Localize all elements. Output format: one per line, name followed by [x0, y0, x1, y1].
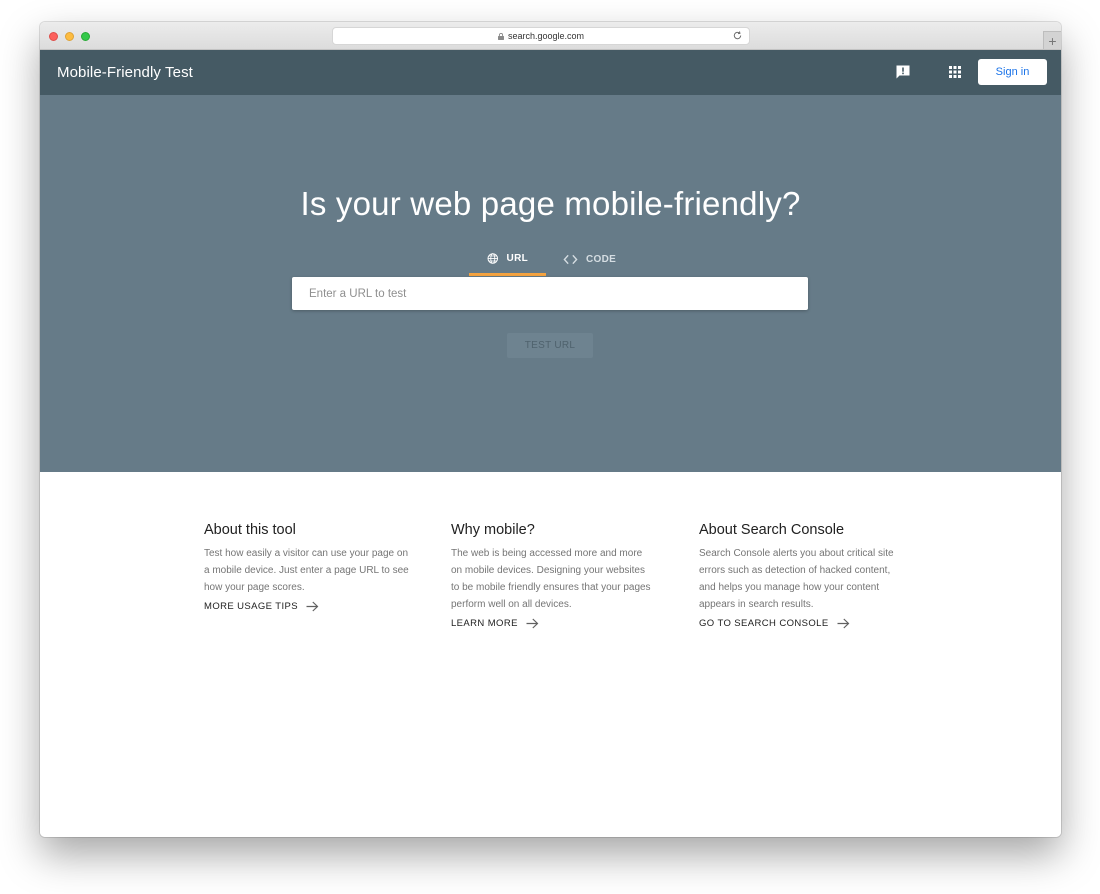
globe-icon — [487, 252, 499, 264]
tab-code[interactable]: CODE — [546, 247, 634, 276]
hero-title: Is your web page mobile-friendly? — [300, 185, 801, 222]
link-label: MORE USAGE TIPS — [204, 601, 298, 612]
info-column-title: Why mobile? — [451, 522, 535, 538]
info-section: About this tool Test how easily a visito… — [40, 472, 1061, 837]
window-controls — [49, 32, 90, 41]
info-column-why-mobile: Why mobile? The web is being accessed mo… — [451, 522, 656, 629]
address-bar[interactable]: search.google.com — [332, 27, 750, 45]
info-column-search-console: About Search Console Search Console aler… — [699, 522, 904, 629]
info-column-text: Test how easily a visitor can use your p… — [204, 548, 409, 593]
tab-url-label: URL — [506, 252, 528, 264]
maximize-window-button[interactable] — [81, 32, 90, 41]
close-window-button[interactable] — [49, 32, 58, 41]
info-column-about-tool: About this tool Test how easily a visito… — [204, 522, 409, 612]
sign-in-button[interactable]: Sign in — [978, 59, 1047, 85]
info-column-text: The web is being accessed more and more … — [451, 548, 651, 610]
new-tab-button[interactable]: + — [1043, 31, 1061, 49]
arrow-right-icon — [526, 618, 539, 629]
reload-icon[interactable] — [732, 30, 743, 41]
address-url: search.google.com — [507, 31, 585, 41]
info-column-title: About this tool — [204, 522, 296, 538]
learn-more-link[interactable]: LEARN MORE — [451, 618, 656, 629]
more-usage-tips-link[interactable]: MORE USAGE TIPS — [204, 601, 409, 612]
app-title[interactable]: Mobile-Friendly Test — [57, 64, 193, 81]
arrow-right-icon — [837, 618, 849, 629]
apps-grid-icon[interactable] — [949, 66, 961, 78]
test-url-button[interactable]: TEST URL — [507, 333, 593, 358]
link-label: LEARN MORE — [451, 618, 518, 629]
lock-icon — [497, 32, 504, 40]
feedback-icon[interactable] — [895, 64, 911, 80]
hero-section: Is your web page mobile-friendly? URL CO… — [40, 95, 1061, 472]
info-column-title: About Search Console — [699, 522, 845, 538]
code-icon — [563, 254, 578, 265]
tab-url[interactable]: URL — [469, 247, 546, 276]
link-label: GO TO SEARCH CONSOLE — [699, 618, 829, 629]
go-to-search-console-link[interactable]: GO TO SEARCH CONSOLE — [699, 618, 904, 629]
tab-code-label: CODE — [586, 254, 617, 265]
info-column-text: Search Console alerts you about critical… — [699, 548, 894, 610]
url-input[interactable] — [292, 277, 808, 310]
arrow-right-icon — [306, 601, 319, 612]
minimize-window-button[interactable] — [65, 32, 74, 41]
browser-chrome: search.google.com + — [40, 22, 1061, 50]
browser-window: search.google.com + Mobile-Friendly Test… — [40, 22, 1061, 837]
input-mode-tabs: URL CODE — [469, 247, 634, 276]
app-header: Mobile-Friendly Test Sign in — [40, 50, 1061, 95]
